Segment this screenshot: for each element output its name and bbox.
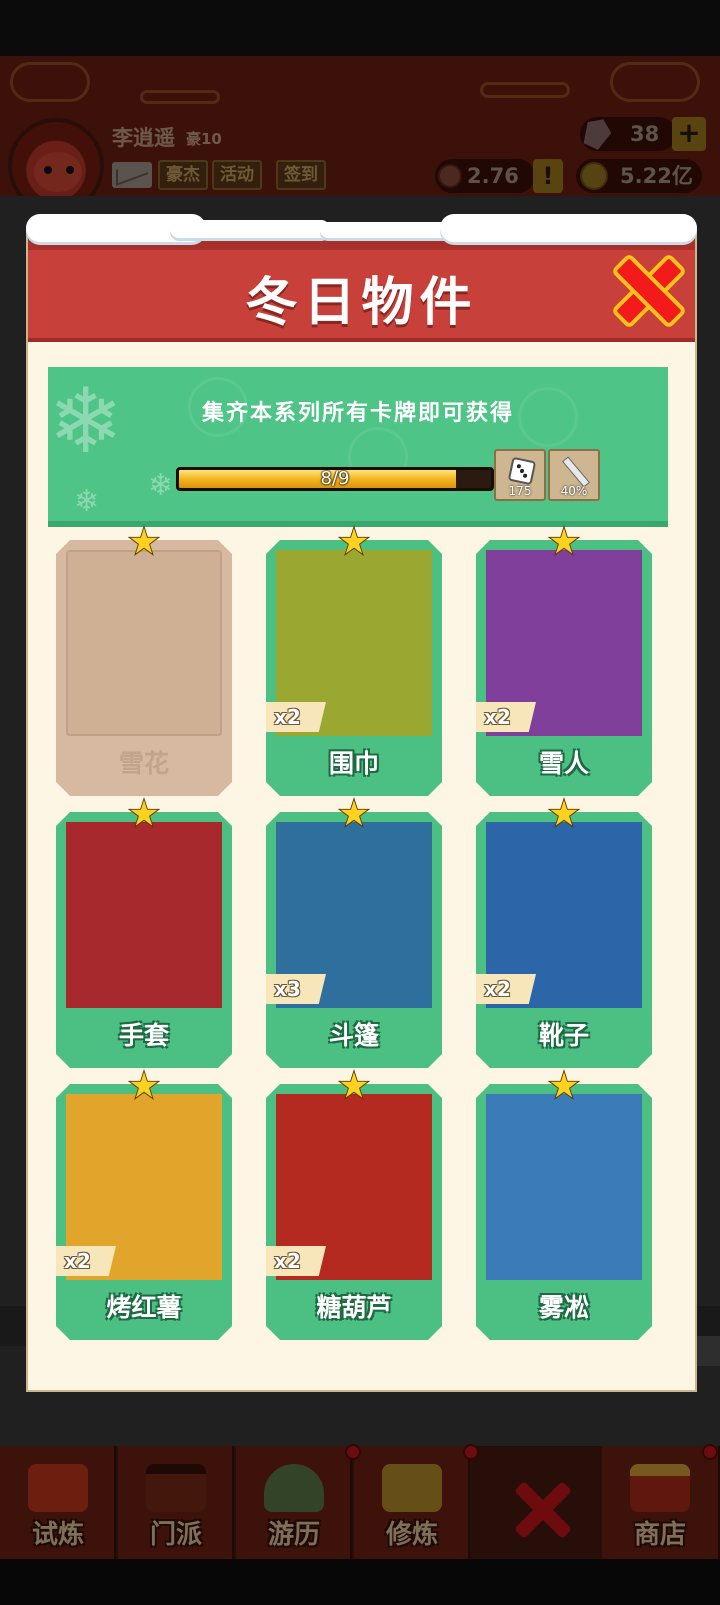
card-art	[486, 1094, 642, 1280]
snow-cap	[440, 214, 697, 242]
collection-card[interactable]: x2 围巾	[266, 540, 442, 796]
progress-label: 8/9	[320, 468, 350, 489]
card-count-badge: x2	[266, 702, 326, 732]
game-screen: 李逍遥 豪10 豪杰 活动 签到 38 + 2.76万 ! 5.22亿 试炼 门…	[0, 0, 720, 1605]
sword-icon	[562, 456, 590, 488]
card-name: 雾凇	[538, 1293, 589, 1322]
card-name: 雪人	[538, 749, 589, 778]
collection-card[interactable]: 雾凇	[476, 1084, 652, 1340]
card-count-badge: x2	[266, 1246, 326, 1276]
card-art	[66, 822, 222, 1008]
collection-card[interactable]: x3 斗篷	[266, 812, 442, 1068]
banner-text: 集齐本系列所有卡牌即可获得	[201, 401, 514, 426]
modal-title: 冬日物件	[245, 273, 478, 333]
dice-icon	[507, 456, 537, 486]
collection-card[interactable]: x2 靴子	[476, 812, 652, 1068]
collection-progress-bar: 8/9	[176, 467, 494, 491]
card-art	[66, 550, 222, 736]
close-button[interactable]	[614, 256, 676, 318]
card-name: 烤红薯	[106, 1293, 182, 1322]
reward-sword[interactable]: 40%	[548, 449, 600, 501]
card-name: 糖葫芦	[316, 1293, 392, 1322]
reward-banner: ❄ ❄ ❄ 集齐本系列所有卡牌即可获得 8/9 175 40%	[48, 367, 668, 527]
collection-card[interactable]: x2 糖葫芦	[266, 1084, 442, 1340]
card-name: 斗篷	[328, 1021, 379, 1050]
card-count-badge: x2	[476, 974, 536, 1004]
collection-modal: 冬日物件 ❄ ❄ ❄ 集齐本系列所有卡牌即可获得 8/9 175 40% 雪花 …	[26, 230, 697, 1392]
collection-card[interactable]: 雪花	[56, 540, 232, 796]
card-count-badge: x3	[266, 974, 326, 1004]
snowflake-icon: ❄	[74, 484, 100, 519]
reward-value: 175	[508, 484, 532, 498]
card-name: 靴子	[538, 1021, 589, 1050]
card-name: 雪花	[118, 749, 169, 778]
card-count-badge: x2	[476, 702, 536, 732]
collection-card[interactable]: x2 雪人	[476, 540, 652, 796]
modal-header: 冬日物件	[28, 232, 695, 342]
card-name: 手套	[118, 1021, 169, 1050]
snowflake-icon: ❄	[148, 468, 174, 503]
card-count-badge: x2	[56, 1246, 116, 1276]
reward-dice[interactable]: 175	[494, 449, 546, 501]
snow-cap	[170, 220, 330, 238]
reward-value: 40%	[560, 484, 588, 498]
collection-card[interactable]: 手套	[56, 812, 232, 1068]
collection-card[interactable]: x2 烤红薯	[56, 1084, 232, 1340]
card-name: 围巾	[328, 749, 379, 778]
